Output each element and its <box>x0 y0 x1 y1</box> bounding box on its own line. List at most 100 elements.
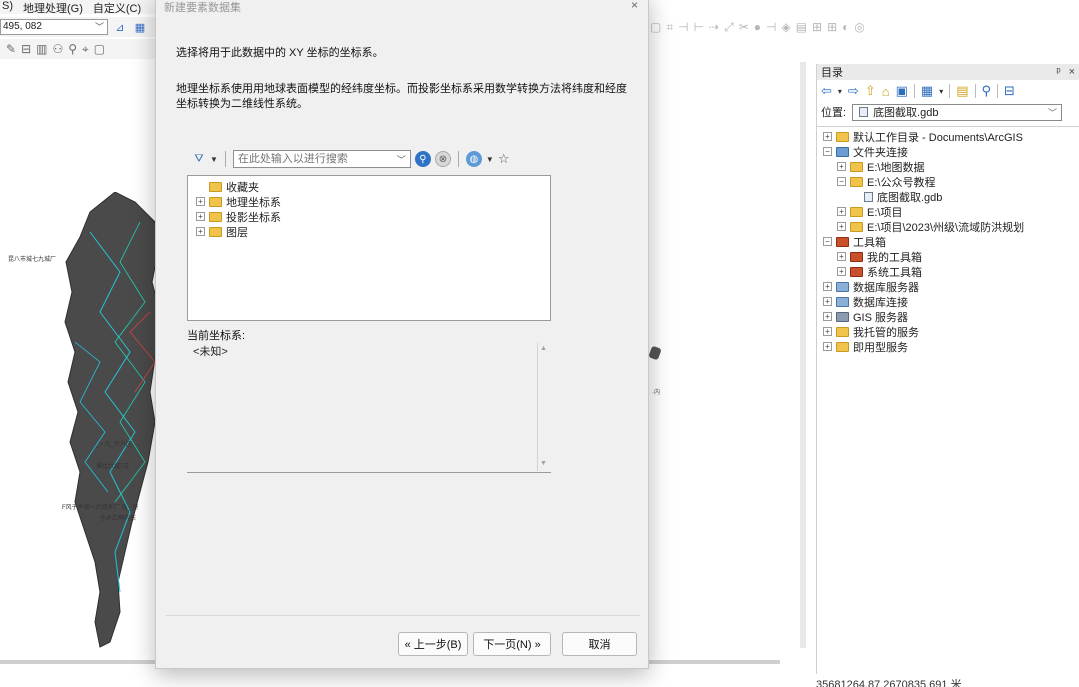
search-input-box[interactable]: ﹀ <box>232 150 411 168</box>
coord-tree-item[interactable]: + 投影坐标系 <box>196 209 550 224</box>
reshape-icon[interactable]: ⤢ <box>724 20 734 35</box>
globe-icon[interactable]: ◍ <box>465 151 482 167</box>
open-folder-icon[interactable]: ▤ <box>956 83 968 99</box>
menu-item-customize[interactable]: 自定义(C) <box>93 0 141 15</box>
map-scale-combo[interactable]: 495, 082 ﹀ <box>0 19 108 35</box>
expand-icon[interactable]: + <box>196 227 205 236</box>
sketch-prop-icon[interactable]: ▤ <box>796 20 807 34</box>
map-vertical-scrollbar[interactable] <box>800 62 806 648</box>
dialog-description: 地理坐标系使用用地球表面模型的经纬度坐标。而投影坐标系采用数学转换方法将纬度和经… <box>176 83 627 110</box>
coord-tree-item[interactable]: + 地理坐标系 <box>196 194 550 209</box>
add-favorite-icon[interactable]: ☆ <box>498 151 510 167</box>
grid-icon[interactable]: ⊞ <box>812 20 822 34</box>
chevron-down-icon[interactable]: ▼ <box>486 155 494 164</box>
connect-folder-icon[interactable]: ▣ <box>896 83 908 99</box>
catalog-tree-item[interactable]: + 我托管的服务 <box>817 324 1079 339</box>
chevron-down-icon[interactable]: ﹀ <box>397 153 406 166</box>
catalog-tree-item[interactable]: + 数据库连接 <box>817 294 1079 309</box>
expand-icon[interactable]: + <box>823 342 832 351</box>
filter-icon[interactable]: ⛛ <box>192 152 206 166</box>
attributes-icon[interactable]: ⊣ <box>766 20 776 34</box>
vertex-icon[interactable]: ⌗ <box>666 20 673 35</box>
next-button[interactable]: 下一页(N) » <box>473 632 551 656</box>
catalog-tree-item[interactable]: + GIS 服务器 <box>817 309 1079 324</box>
basemap-region-shape <box>64 192 161 648</box>
catalog-tree-item[interactable]: + 数据库服务器 <box>817 279 1079 294</box>
search-icon[interactable]: ⚲ <box>982 83 992 99</box>
menu-item-select[interactable]: S) <box>2 0 13 14</box>
catalog-tree-item[interactable]: + 默认工作目录 - Documents\ArcGIS <box>817 129 1079 144</box>
layout-icon[interactable]: ▢ <box>94 42 105 56</box>
collapse-icon[interactable]: − <box>823 147 832 156</box>
back-icon[interactable]: ⇦ <box>821 83 832 99</box>
cancel-button[interactable]: 取消 <box>562 632 637 656</box>
split-icon[interactable]: ⊢ <box>694 20 704 34</box>
menu-item-geoprocessing[interactable]: 地理处理(G) <box>23 0 83 15</box>
catalog-tree-item[interactable]: + 系统工具箱 <box>817 264 1079 279</box>
expand-icon[interactable]: + <box>837 267 846 276</box>
expand-icon[interactable]: + <box>837 207 846 216</box>
expand-icon[interactable]: + <box>196 212 205 221</box>
expand-icon[interactable]: + <box>823 312 832 321</box>
catalog-tree-item[interactable]: + 即用型服务 <box>817 339 1079 354</box>
expand-icon[interactable]: + <box>837 252 846 261</box>
coord-tree-item[interactable]: + 图层 <box>196 224 550 239</box>
expand-icon[interactable]: + <box>837 162 846 171</box>
back-button[interactable]: « 上一步(B) <box>398 632 468 656</box>
find-route-icon[interactable]: ⚲ <box>68 42 77 56</box>
home-icon[interactable]: ⌂ <box>882 84 890 99</box>
catalog-tree-item[interactable]: + E:\项目 <box>817 204 1079 219</box>
catalog-tree-item[interactable]: − 工具箱 <box>817 234 1079 249</box>
close-icon[interactable]: × <box>631 0 638 12</box>
line-icon[interactable]: ⊣ <box>678 20 688 34</box>
table-icon[interactable]: ▦ <box>132 19 148 35</box>
expand-icon[interactable]: + <box>823 297 832 306</box>
scroll-down-icon[interactable]: ▼ <box>540 460 547 467</box>
details-icon[interactable]: ⊟ <box>1004 83 1015 99</box>
current-coord-scrollbar[interactable]: ▲ ▼ <box>537 343 549 471</box>
editor-toolbar-icon[interactable]: ⊿ <box>112 19 128 35</box>
catalog-tree-item[interactable]: 底图截取.gdb <box>817 189 1079 204</box>
merge-icon[interactable]: ⊞ <box>827 20 837 34</box>
catalog-tree-item[interactable]: − E:\公众号教程 <box>817 174 1079 189</box>
pin-icon[interactable]: ᵖ <box>1056 66 1060 78</box>
collapse-icon[interactable]: − <box>823 237 832 246</box>
expand-icon[interactable]: + <box>196 197 205 206</box>
xy-icon[interactable]: ⌖ <box>82 42 89 57</box>
scroll-up-icon[interactable]: ▲ <box>540 345 547 352</box>
search-input[interactable] <box>237 153 388 165</box>
expand-icon[interactable]: + <box>823 132 832 141</box>
expand-icon[interactable]: + <box>837 222 846 231</box>
cut-icon[interactable]: ✂ <box>739 20 749 34</box>
coord-tree-item[interactable]: 收藏夹 <box>196 179 550 194</box>
search-icon[interactable]: ⚲ <box>414 151 431 167</box>
expand-icon[interactable]: + <box>823 327 832 336</box>
catalog-tree-item[interactable]: + E:\项目\2023\州级\流域防洪规划 <box>817 219 1079 234</box>
measure-icon[interactable]: ▥ <box>36 42 47 56</box>
sketch-icon[interactable]: ▢ <box>650 20 661 34</box>
expand-icon[interactable]: + <box>823 282 832 291</box>
identify-icon[interactable]: ⊟ <box>21 42 31 56</box>
close-icon[interactable]: × <box>1069 66 1075 78</box>
clear-search-icon[interactable]: ⊗ <box>434 151 451 167</box>
up-folder-icon[interactable]: ⇧ <box>865 83 876 99</box>
forward-icon[interactable]: ⇨ <box>848 83 859 99</box>
folder-icon <box>850 221 863 232</box>
snap-icon[interactable]: ● <box>754 20 761 34</box>
settings-icon[interactable]: ◎ <box>854 20 864 34</box>
view-options-icon[interactable]: ▦ <box>921 83 933 99</box>
binoculars-icon[interactable]: ⚇ <box>52 42 63 56</box>
collapse-icon[interactable]: − <box>837 177 846 186</box>
chevron-down-icon[interactable]: ▼ <box>210 155 218 164</box>
chevron-down-icon[interactable]: ▾ <box>838 87 842 96</box>
pencil-icon[interactable]: ✎ <box>6 42 16 56</box>
topology-icon[interactable]: ◈ <box>781 20 790 34</box>
chevron-down-icon[interactable]: ▾ <box>939 87 943 96</box>
rotate-icon[interactable]: ⇢ <box>709 20 719 34</box>
database-icon <box>836 296 849 307</box>
tools-icon[interactable]: ◐ <box>842 20 849 34</box>
location-combo[interactable]: 底图截取.gdb ﹀ <box>852 103 1063 121</box>
catalog-tree-item[interactable]: − 文件夹连接 <box>817 144 1079 159</box>
catalog-tree-item[interactable]: + E:\地图数据 <box>817 159 1079 174</box>
catalog-tree-item[interactable]: + 我的工具箱 <box>817 249 1079 264</box>
